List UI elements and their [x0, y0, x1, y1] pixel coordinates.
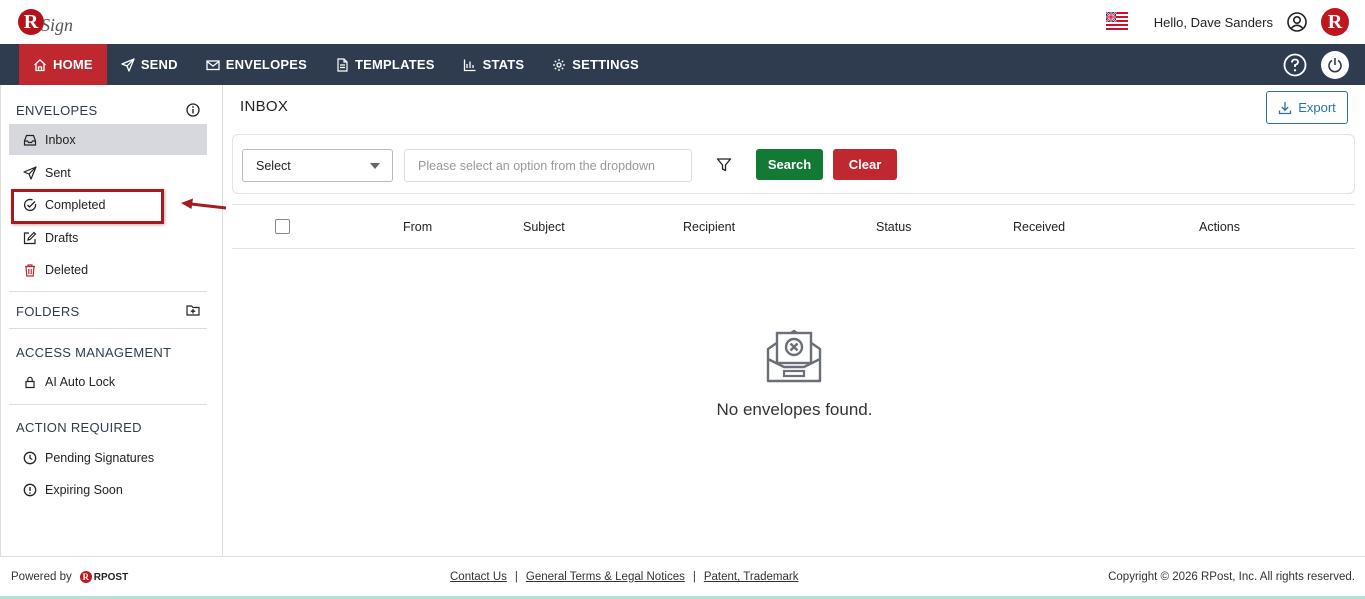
empty-envelope-icon: [766, 329, 822, 383]
home-icon: [34, 58, 46, 71]
contact-us-link[interactable]: Contact Us: [450, 571, 507, 583]
logo-text: Sign: [41, 14, 74, 35]
column-header-subject[interactable]: Subject: [523, 220, 565, 234]
terms-link[interactable]: General Terms & Legal Notices: [526, 571, 685, 583]
add-folder-icon[interactable]: [186, 303, 200, 317]
language-flag-icon[interactable]: [1105, 12, 1128, 32]
column-header-from[interactable]: From: [403, 220, 432, 234]
sidebar-item-deleted[interactable]: Deleted: [9, 254, 207, 285]
logout-button[interactable]: [1321, 51, 1349, 79]
sidebar: ENVELOPES Inbox Sent Completed Drafts De…: [0, 85, 227, 556]
export-button[interactable]: Export: [1266, 91, 1348, 124]
edit-icon: [23, 231, 37, 244]
table-header: From Subject Recipient Status Received A…: [232, 204, 1355, 249]
copyright-text: Copyright © 2026 RPost, Inc. All rights …: [1108, 571, 1355, 583]
send-icon: [23, 165, 37, 180]
help-icon[interactable]: [1283, 53, 1307, 77]
top-bar: R Sign Hello, Dave Sanders R: [0, 0, 1365, 44]
rpost-logo-text: RPOST: [93, 571, 129, 583]
nav-stats-label: STATS: [482, 57, 525, 72]
bar-chart-icon: [463, 59, 476, 71]
envelope-icon: [206, 59, 220, 70]
filter-icon[interactable]: [716, 157, 732, 173]
nav-home[interactable]: HOME: [19, 44, 107, 85]
search-input[interactable]: [404, 149, 692, 182]
completed-highlight-box: [11, 189, 164, 224]
pointer-arrow: [181, 198, 227, 210]
chevron-down-icon: [370, 163, 380, 169]
filter-panel: Select Search Clear: [232, 134, 1355, 194]
gear-icon: [553, 58, 566, 71]
send-icon: [121, 57, 135, 72]
sidebar-action-title: ACTION REQUIRED: [16, 420, 142, 435]
page-title: INBOX: [240, 98, 289, 115]
clock-icon: [23, 451, 37, 464]
alert-circle-icon: [23, 483, 37, 496]
main-nav-bar: HOME SEND ENVELOPES TEMPLATES STATS SETT…: [0, 44, 1365, 85]
user-greeting: Hello, Dave Sanders: [1153, 14, 1273, 30]
powered-by: Powered by R RPOST: [11, 571, 128, 583]
column-header-recipient[interactable]: Recipient: [683, 220, 735, 234]
nav-templates[interactable]: TEMPLATES: [321, 44, 449, 85]
sidebar-divider: [9, 404, 207, 405]
patent-link[interactable]: Patent, Trademark: [704, 571, 799, 583]
main-content: INBOX Export Select Search Clear From Su…: [224, 85, 1365, 556]
sidebar-item-label: Pending Signatures: [45, 450, 155, 465]
rsign-logo[interactable]: R Sign: [18, 6, 73, 38]
brand-avatar[interactable]: R: [1321, 8, 1349, 36]
footer: Powered by R RPOST Contact Us | General …: [0, 556, 1365, 599]
nav-send[interactable]: SEND: [107, 44, 192, 85]
empty-state-text: No envelopes found.: [716, 400, 873, 419]
sidebar-item-inbox[interactable]: Inbox: [9, 124, 207, 155]
sidebar-access-title: ACCESS MANAGEMENT: [16, 345, 172, 360]
sidebar-item-label: Sent: [45, 165, 71, 180]
nav-send-label: SEND: [140, 57, 178, 72]
filter-select[interactable]: Select: [242, 149, 393, 182]
footer-links: Contact Us | General Terms & Legal Notic…: [450, 571, 798, 583]
footer-separator: |: [692, 571, 696, 583]
powered-by-label: Powered by: [11, 571, 72, 583]
sidebar-item-label: Expiring Soon: [45, 482, 123, 497]
column-header-status[interactable]: Status: [876, 220, 911, 234]
sidebar-item-label: AI Auto Lock: [45, 374, 116, 389]
nav-stats[interactable]: STATS: [449, 44, 539, 85]
sidebar-item-label: Inbox: [45, 132, 76, 147]
nav-envelopes-label: ENVELOPES: [225, 57, 308, 72]
rpost-logo[interactable]: R RPOST: [79, 571, 129, 583]
nav-envelopes[interactable]: ENVELOPES: [192, 44, 321, 85]
sidebar-item-ai-auto-lock[interactable]: AI Auto Lock: [9, 366, 207, 397]
sidebar-divider: [9, 328, 207, 329]
column-header-received[interactable]: Received: [1013, 220, 1065, 234]
select-all-checkbox[interactable]: [275, 219, 290, 234]
export-label: Export: [1298, 100, 1336, 115]
column-header-actions: Actions: [1199, 220, 1240, 234]
sidebar-item-label: Deleted: [45, 262, 89, 277]
sidebar-item-label: Drafts: [45, 230, 79, 245]
nav-templates-label: TEMPLATES: [355, 57, 435, 72]
clear-button[interactable]: Clear: [833, 149, 897, 180]
sidebar-item-drafts[interactable]: Drafts: [9, 222, 207, 253]
sidebar-folders-title: FOLDERS: [16, 304, 80, 319]
rpost-r-icon: R: [79, 571, 92, 583]
user-profile-icon[interactable]: [1287, 12, 1307, 32]
nav-home-label: HOME: [53, 57, 93, 72]
download-icon: [1279, 101, 1292, 114]
nav-settings-label: SETTINGS: [572, 57, 639, 72]
sidebar-envelopes-title: ENVELOPES: [16, 103, 98, 118]
sidebar-divider: [9, 291, 207, 292]
lock-icon: [25, 376, 35, 388]
trash-icon: [25, 263, 35, 277]
filter-select-value: Select: [256, 158, 291, 173]
sidebar-item-expiring-soon[interactable]: Expiring Soon: [9, 474, 207, 505]
info-icon[interactable]: [186, 103, 200, 117]
sidebar-item-sent[interactable]: Sent: [9, 157, 207, 188]
inbox-icon: [23, 134, 37, 146]
document-icon: [337, 57, 348, 72]
sidebar-item-pending-signatures[interactable]: Pending Signatures: [9, 442, 207, 473]
nav-settings[interactable]: SETTINGS: [538, 44, 653, 85]
top-right-area: Hello, Dave Sanders R: [1105, 7, 1349, 37]
power-icon: [1328, 58, 1342, 73]
search-button[interactable]: Search: [756, 149, 823, 180]
footer-separator: |: [514, 571, 518, 583]
